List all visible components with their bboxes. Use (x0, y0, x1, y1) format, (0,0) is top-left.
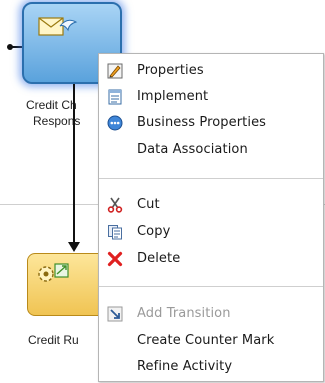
menu-item-label: Business Properties (137, 115, 267, 130)
business-properties-icon (107, 115, 123, 131)
swimlane-divider (0, 204, 100, 205)
delete-icon (107, 251, 123, 267)
menu-item-create-counter-mark[interactable]: Create Counter Mark (99, 329, 323, 353)
activity-label: Credit Ru (28, 333, 79, 347)
menu-item-copy[interactable]: Copy (99, 220, 323, 244)
menu-separator (99, 286, 323, 287)
properties-icon (107, 63, 123, 79)
business-rule-gears-icon (38, 263, 69, 282)
sequence-flow-line[interactable] (73, 84, 75, 242)
menu-item-label: Refine Activity (137, 359, 233, 374)
implement-icon (108, 89, 122, 105)
menu-item-label: Create Counter Mark (137, 333, 275, 348)
menu-item-cut[interactable]: Cut (99, 193, 323, 217)
menu-item-label: Properties (137, 63, 204, 78)
menu-item-label: Delete (137, 251, 181, 266)
cut-icon (107, 197, 123, 213)
menu-item-implement[interactable]: Implement (99, 85, 323, 109)
menu-item-label: Data Association (137, 142, 248, 157)
sequence-flow-arrowhead (68, 242, 80, 252)
menu-item-label: Implement (137, 89, 209, 104)
incoming-connection-line (10, 46, 22, 48)
receive-message-icon (38, 17, 78, 36)
menu-item-label: Cut (137, 197, 160, 212)
menu-item-business-properties[interactable]: Business Properties (99, 111, 323, 135)
menu-item-refine-activity[interactable]: Refine Activity (99, 355, 323, 379)
menu-separator (99, 178, 323, 179)
menu-item-label: Add Transition (137, 306, 231, 321)
menu-item-data-association[interactable]: Data Association (99, 138, 323, 162)
menu-item-label: Copy (137, 224, 171, 239)
copy-icon (108, 225, 122, 240)
menu-item-delete[interactable]: Delete (99, 247, 323, 271)
menu-item-add-transition: Add Transition (99, 302, 323, 326)
add-transition-icon (107, 306, 123, 322)
activity-label-line1: Credit Ch (26, 98, 77, 112)
context-menu: Properties Implement Business Properties… (98, 53, 324, 382)
menu-item-properties[interactable]: Properties (99, 59, 323, 83)
